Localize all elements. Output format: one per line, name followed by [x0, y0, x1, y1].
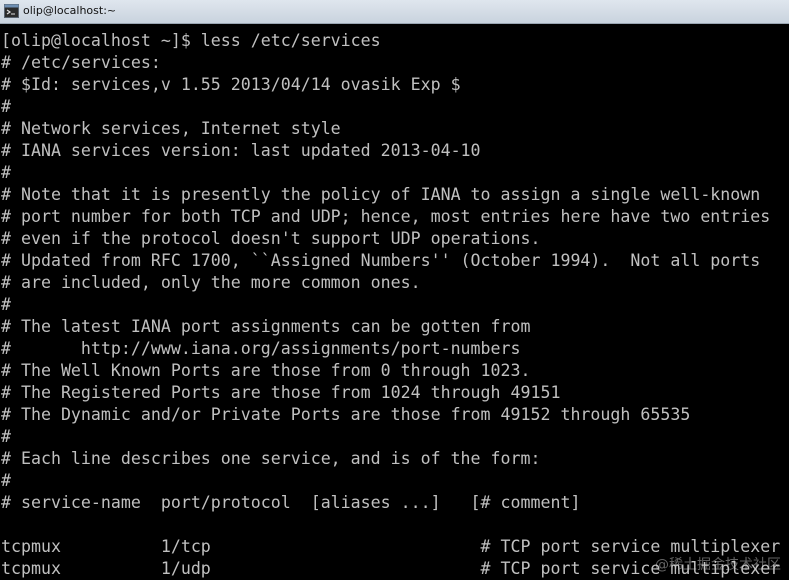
terminal-line: # The Dynamic and/or Private Ports are t…	[1, 405, 691, 424]
terminal-line: # The Registered Ports are those from 10…	[1, 383, 561, 402]
terminal-line: # IANA services version: last updated 20…	[1, 141, 481, 160]
terminal-line: # port number for both TCP and UDP; henc…	[1, 207, 771, 226]
terminal-line: # The latest IANA port assignments can b…	[1, 317, 531, 336]
terminal-line: # even if the protocol doesn't support U…	[1, 229, 541, 248]
terminal-line: #	[1, 97, 11, 116]
terminal-line: # service-name port/protocol [aliases ..…	[1, 493, 581, 512]
terminal-line: # $Id: services,v 1.55 2013/04/14 ovasik…	[1, 75, 461, 94]
terminal-line: # /etc/services:	[1, 53, 161, 72]
terminal-line: # Each line describes one service, and i…	[1, 449, 541, 468]
terminal-icon	[4, 4, 19, 18]
terminal-line: #	[1, 163, 11, 182]
terminal-line: #	[1, 295, 11, 314]
terminal-line: # Note that it is presently the policy o…	[1, 185, 761, 204]
terminal-output[interactable]: [olip@localhost ~]$ less /etc/services # …	[0, 24, 789, 580]
terminal-line: # are included, only the more common one…	[1, 273, 421, 292]
terminal-window: olip@localhost:~ [olip@localhost ~]$ les…	[0, 0, 789, 580]
terminal-line: # Network services, Internet style	[1, 119, 341, 138]
title-bar[interactable]: olip@localhost:~	[0, 0, 789, 24]
terminal-line: #	[1, 471, 11, 490]
terminal-line: [olip@localhost ~]$ less /etc/services	[1, 31, 381, 50]
terminal-line: # Updated from RFC 1700, ``Assigned Numb…	[1, 251, 761, 270]
terminal-line: #	[1, 427, 11, 446]
terminal-line: # The Well Known Ports are those from 0 …	[1, 361, 531, 380]
watermark: @稀土掘金技术社区	[655, 557, 781, 573]
terminal-line: # http://www.iana.org/assignments/port-n…	[1, 339, 521, 358]
window-title: olip@localhost:~	[23, 4, 117, 17]
